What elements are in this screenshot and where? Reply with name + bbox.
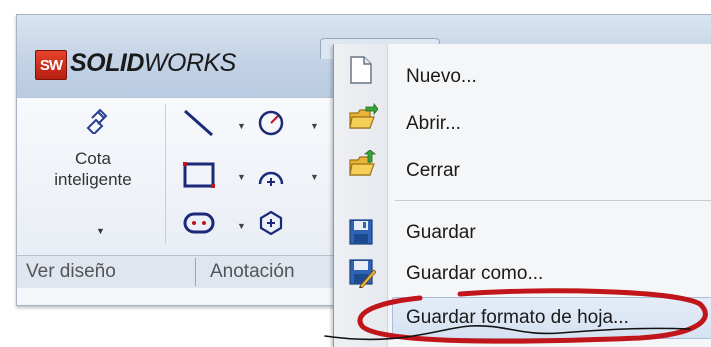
annotation-ellipse (324, 288, 708, 344)
